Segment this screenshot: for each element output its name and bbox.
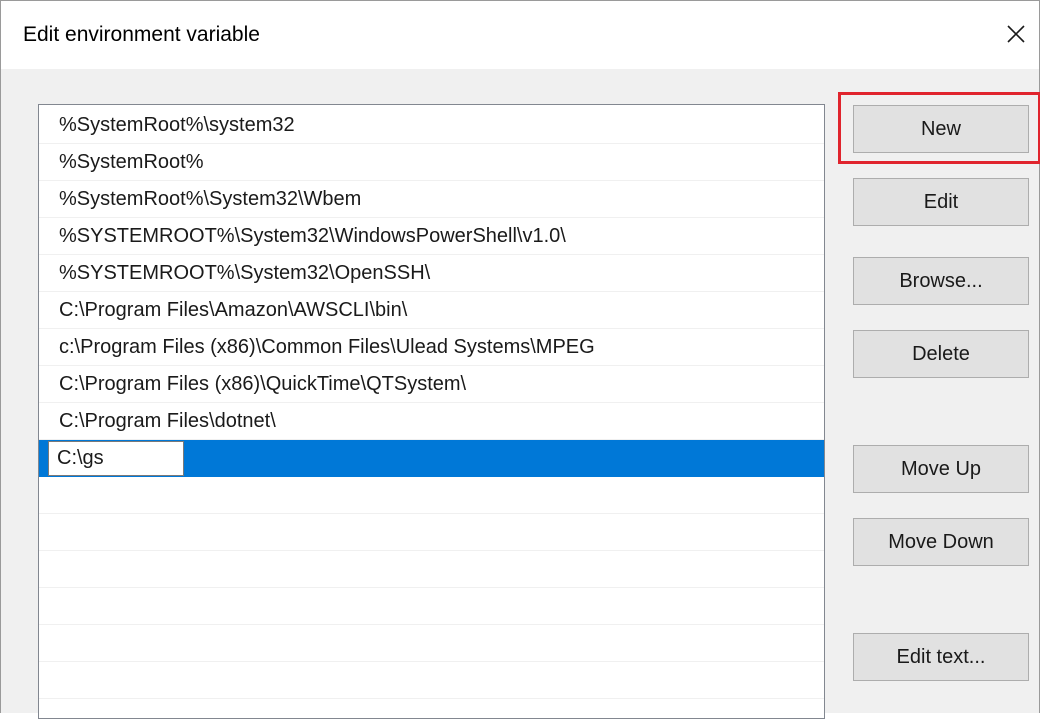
list-item-text: %SystemRoot%\system32 [59, 114, 295, 136]
list-item-text: c:\Program Files (x86)\Common Files\Ulea… [59, 336, 595, 358]
list-item[interactable]: %SystemRoot% [39, 144, 824, 181]
list-item-text: %SystemRoot%\System32\Wbem [59, 188, 362, 210]
list-item[interactable]: C:\Program Files\Amazon\AWSCLI\bin\ [39, 292, 824, 329]
list-item-text: %SystemRoot% [59, 151, 204, 173]
move-down-button[interactable]: Move Down [853, 518, 1029, 566]
browse-button[interactable]: Browse... [853, 257, 1029, 305]
list-item-edit-input[interactable] [48, 441, 184, 476]
list-item[interactable]: %SystemRoot%\system32 [39, 107, 824, 144]
list-item-text: %SYSTEMROOT%\System32\OpenSSH\ [59, 262, 431, 284]
list-item[interactable]: %SystemRoot%\System32\Wbem [39, 181, 824, 218]
move-up-button[interactable]: Move Up [853, 445, 1029, 493]
list-item[interactable]: %SYSTEMROOT%\System32\OpenSSH\ [39, 255, 824, 292]
edit-environment-variable-dialog: Edit environment variable %SystemRoot%\s… [0, 0, 1040, 719]
list-item-empty[interactable] [39, 514, 824, 551]
path-list[interactable]: %SystemRoot%\system32 %SystemRoot% %Syst… [38, 104, 825, 719]
new-button[interactable]: New [853, 105, 1029, 153]
list-item[interactable]: C:\Program Files\dotnet\ [39, 403, 824, 440]
list-item[interactable]: c:\Program Files (x86)\Common Files\Ulea… [39, 329, 824, 366]
list-item-text: %SYSTEMROOT%\System32\WindowsPowerShell\… [59, 225, 566, 247]
list-item-empty[interactable] [39, 662, 824, 699]
delete-button[interactable]: Delete [853, 330, 1029, 378]
list-item[interactable]: C:\Program Files (x86)\QuickTime\QTSyste… [39, 366, 824, 403]
list-item[interactable]: %SYSTEMROOT%\System32\WindowsPowerShell\… [39, 218, 824, 255]
dialog-title: Edit environment variable [23, 23, 260, 46]
list-item-empty[interactable] [39, 477, 824, 514]
edit-button[interactable]: Edit [853, 178, 1029, 226]
list-item-empty[interactable] [39, 588, 824, 625]
edit-text-button[interactable]: Edit text... [853, 633, 1029, 681]
title-bar: Edit environment variable [1, 1, 1039, 69]
close-button[interactable] [993, 13, 1039, 55]
list-item-text: C:\Program Files\Amazon\AWSCLI\bin\ [59, 299, 408, 321]
close-icon [1007, 25, 1025, 43]
list-item-text: C:\Program Files (x86)\QuickTime\QTSyste… [59, 373, 467, 395]
list-item-selected[interactable] [39, 440, 824, 477]
list-item-text: C:\Program Files\dotnet\ [59, 410, 276, 432]
list-item-empty[interactable] [39, 625, 824, 662]
list-item-empty[interactable] [39, 551, 824, 588]
